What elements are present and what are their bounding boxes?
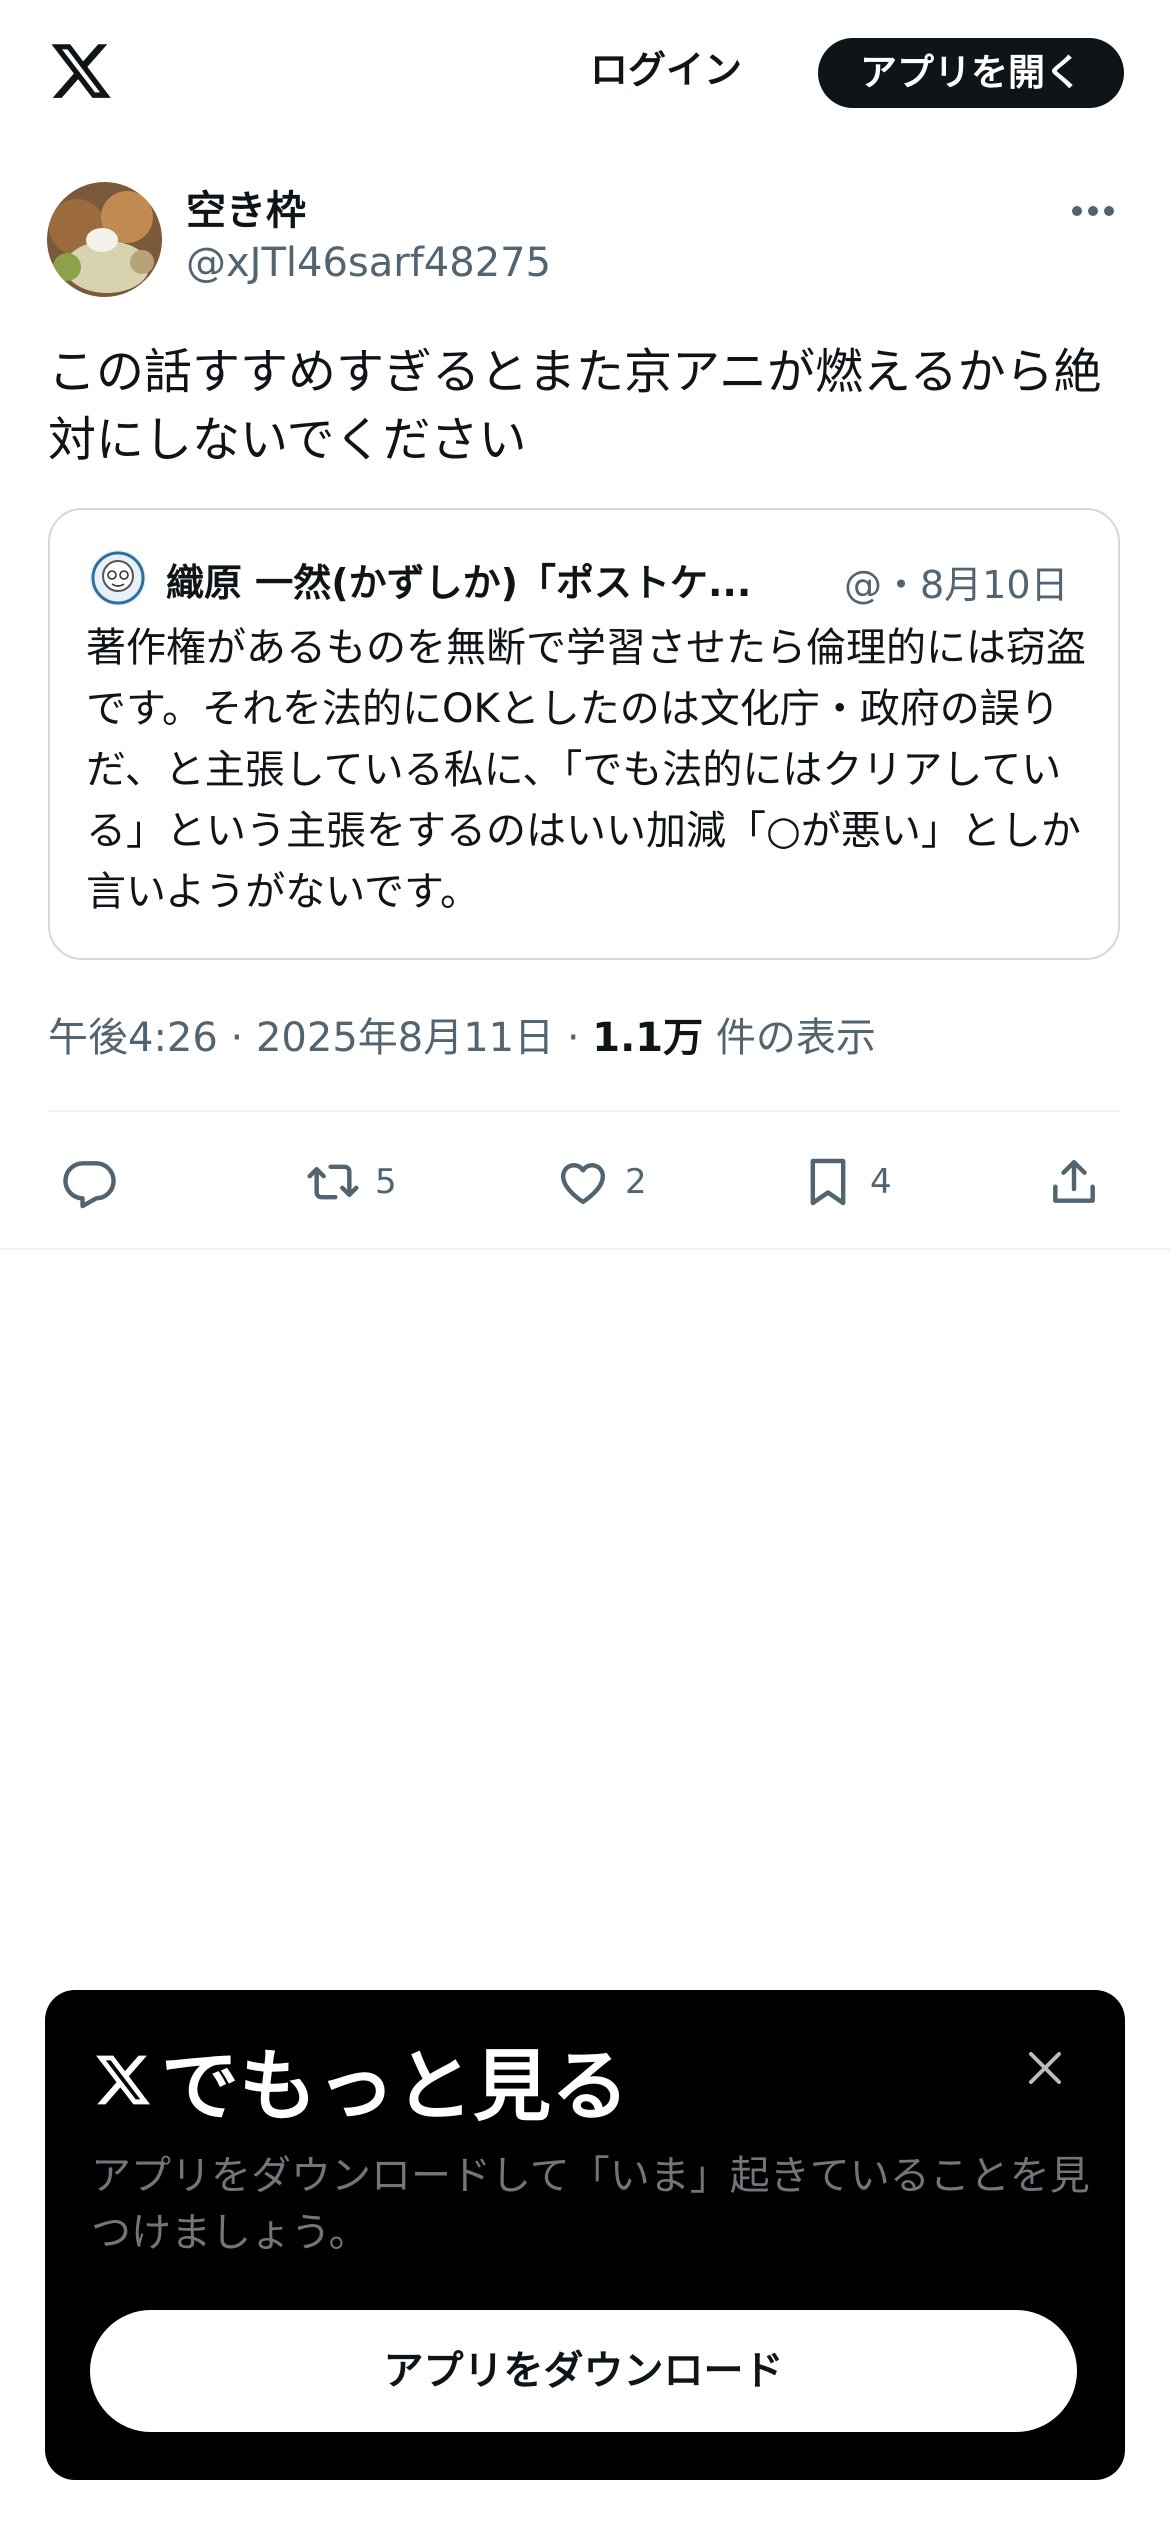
timestamp[interactable]: 午後4:26 · 2025年8月11日 · <box>48 1015 592 1061</box>
like-button[interactable]: 2 <box>555 1150 647 1214</box>
avatar-image <box>47 182 162 297</box>
avatar[interactable] <box>47 182 162 297</box>
quoted-meta: @・8月10日 <box>844 563 1069 607</box>
download-app-button[interactable]: アプリをダウンロード <box>90 2310 1077 2432</box>
reply-button[interactable] <box>62 1150 118 1214</box>
divider <box>48 1110 1120 1112</box>
like-count: 2 <box>625 1162 647 1202</box>
x-logo-icon <box>96 2055 151 2105</box>
post-text: この話すすめすぎるとまた京アニが燃えるから絶対にしないでください <box>48 344 1102 468</box>
sheet-title-text: でもっと見る <box>161 2042 630 2132</box>
quoted-display-name: 織原 一然(かずしか)「ポストケ... <box>166 561 752 605</box>
retweet-button[interactable]: 5 <box>305 1150 397 1214</box>
display-name[interactable]: 空き枠 <box>186 178 306 236</box>
bookmark-icon <box>810 1158 846 1206</box>
quoted-avatar <box>90 550 146 606</box>
bookmark-count: 4 <box>870 1162 892 1202</box>
timestamp-row: 午後4:26 · 2025年8月11日 · 1.1万 件の表示 <box>48 1005 876 1063</box>
reply-icon <box>63 1161 116 1209</box>
heart-icon <box>560 1163 606 1205</box>
quoted-post-card[interactable]: 織原 一然(かずしか)「ポストケ... @・8月10日 著作権があるものを無断で… <box>48 508 1120 960</box>
quoted-text: 著作権があるものを無断で学習させたら倫理的には窃盗です。それを法的にOKとしたの… <box>86 625 1086 915</box>
bookmark-button[interactable]: 4 <box>800 1150 892 1214</box>
sheet-description: アプリをダウンロードして「いま」起きていることを見つけましょう。 <box>91 2153 1090 2256</box>
x-logo-icon[interactable] <box>46 38 116 104</box>
login-link[interactable]: ログイン <box>590 40 742 100</box>
user-handle[interactable]: @xJTl46sarf48275 <box>186 240 551 286</box>
more-horizontal-icon[interactable] <box>1070 196 1116 226</box>
share-button[interactable] <box>1046 1150 1102 1214</box>
quoted-avatar-image <box>90 550 146 606</box>
views-label: 件の表示 <box>703 1015 876 1061</box>
retweet-count: 5 <box>375 1162 397 1202</box>
open-app-button[interactable]: アプリを開く <box>818 38 1124 108</box>
retweet-icon <box>307 1164 359 1200</box>
app-promo-sheet: でもっと見る アプリをダウンロードして「いま」起きていることを見つけましょう。 … <box>45 1990 1125 2480</box>
sheet-title: でもっと見る <box>91 2030 629 2132</box>
close-icon[interactable] <box>1025 2048 1065 2088</box>
divider <box>0 1248 1170 1250</box>
top-bar: ログイン アプリを開く <box>0 0 1170 150</box>
share-icon <box>1053 1159 1095 1203</box>
views-count: 1.1万 <box>592 1015 704 1061</box>
